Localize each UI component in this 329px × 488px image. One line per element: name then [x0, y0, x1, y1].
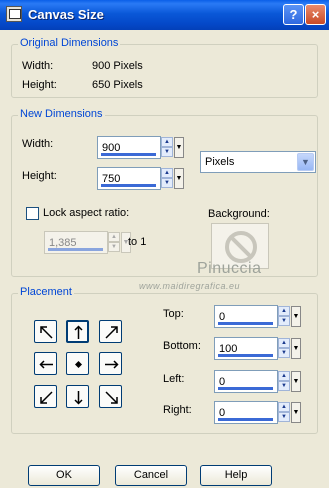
aspect-ratio-stepper: 1,385 ▲ ▼ ▼ [44, 231, 134, 254]
increment-arrow-icon[interactable]: ▲ [278, 371, 290, 381]
place-bottom-center-button[interactable] [66, 385, 89, 408]
left-offset-label: Left: [163, 373, 185, 385]
placement-title: Placement [18, 286, 74, 298]
increment-arrow-icon: ▲ [108, 232, 120, 242]
right-offset-field[interactable]: 0 [214, 401, 278, 424]
decrement-arrow-icon[interactable]: ▼ [161, 178, 173, 188]
new-width-stepper[interactable]: 900 ▲ ▼ ▼ [97, 136, 187, 159]
place-top-center-button[interactable] [66, 320, 89, 343]
chevron-down-icon[interactable]: ▼ [297, 153, 314, 171]
arrow-right-icon [105, 360, 119, 369]
left-offset-stepper[interactable]: 0 ▲ ▼ ▼ [214, 370, 304, 393]
top-offset-field[interactable]: 0 [214, 305, 278, 328]
chevron-down-icon[interactable]: ▼ [174, 137, 184, 158]
decrement-arrow-icon[interactable]: ▼ [278, 316, 290, 326]
original-height-label: Height: [22, 79, 57, 91]
original-width-label: Width: [22, 60, 54, 72]
bottom-offset-label: Bottom: [163, 340, 201, 352]
bottom-offset-stepper[interactable]: 100 ▲ ▼ ▼ [214, 337, 304, 360]
ratio-to-label: to 1 [128, 236, 147, 248]
background-label: Background: [208, 208, 270, 220]
place-top-left-button[interactable] [34, 320, 57, 343]
decrement-arrow-icon[interactable]: ▼ [161, 147, 173, 157]
increment-arrow-icon[interactable]: ▲ [278, 338, 290, 348]
left-offset-field[interactable]: 0 [214, 370, 278, 393]
ok-button[interactable]: OK [28, 465, 100, 486]
new-height-stepper[interactable]: 750 ▲ ▼ ▼ [97, 167, 187, 190]
chevron-down-icon[interactable]: ▼ [174, 168, 184, 189]
new-width-field[interactable]: 900 [97, 136, 161, 159]
increment-arrow-icon[interactable]: ▲ [278, 402, 290, 412]
help-button[interactable]: Help [200, 465, 272, 486]
cancel-button[interactable]: Cancel [115, 465, 187, 486]
place-middle-right-button[interactable] [99, 352, 122, 375]
decrement-arrow-icon[interactable]: ▼ [278, 412, 290, 422]
chevron-down-icon[interactable]: ▼ [291, 306, 301, 327]
canvas-app-icon [6, 6, 22, 22]
watermark-url: www.maidiregrafica.eu [139, 281, 241, 291]
chevron-down-icon[interactable]: ▼ [291, 338, 301, 359]
original-height-value: 650 Pixels [92, 79, 143, 91]
arrow-down-icon [74, 391, 83, 405]
chevron-down-icon[interactable]: ▼ [291, 402, 301, 423]
help-title-button[interactable]: ? [283, 4, 304, 25]
arrow-down-left-icon [40, 391, 53, 404]
lock-aspect-label[interactable]: Lock aspect ratio: [43, 207, 129, 219]
place-bottom-right-button[interactable] [99, 385, 122, 408]
top-offset-label: Top: [163, 308, 184, 320]
decrement-arrow-icon[interactable]: ▼ [278, 381, 290, 391]
place-center-button[interactable] [66, 352, 89, 375]
close-button[interactable]: × [305, 4, 326, 25]
place-bottom-left-button[interactable] [34, 385, 57, 408]
increment-arrow-icon[interactable]: ▲ [278, 306, 290, 316]
place-top-right-button[interactable] [99, 320, 122, 343]
right-offset-stepper[interactable]: 0 ▲ ▼ ▼ [214, 401, 304, 424]
new-dimensions-title: New Dimensions [18, 108, 105, 120]
original-dimensions-group: Original Dimensions [11, 37, 318, 98]
new-height-field[interactable]: 750 [97, 167, 161, 190]
right-offset-label: Right: [163, 404, 192, 416]
window-title: Canvas Size [28, 7, 104, 22]
increment-arrow-icon[interactable]: ▲ [161, 168, 173, 178]
new-height-label: Height: [22, 170, 57, 182]
increment-arrow-icon[interactable]: ▲ [161, 137, 173, 147]
arrow-up-icon [74, 325, 83, 339]
original-width-value: 900 Pixels [92, 60, 143, 72]
title-bar[interactable]: Canvas Size ? × [0, 0, 329, 30]
arrow-left-icon [39, 360, 53, 369]
place-middle-left-button[interactable] [34, 352, 57, 375]
watermark-name: Pinuccia [197, 260, 262, 277]
bottom-offset-field[interactable]: 100 [214, 337, 278, 360]
aspect-ratio-field: 1,385 [44, 231, 108, 254]
arrow-up-right-icon [105, 326, 118, 339]
arrow-down-right-icon [105, 391, 118, 404]
chevron-down-icon[interactable]: ▼ [291, 371, 301, 392]
center-diamond-icon [75, 361, 82, 368]
units-select[interactable]: Pixels ▼ [200, 151, 316, 173]
new-width-label: Width: [22, 138, 54, 150]
original-dimensions-title: Original Dimensions [18, 37, 121, 49]
arrow-up-left-icon [40, 326, 53, 339]
decrement-arrow-icon[interactable]: ▼ [278, 348, 290, 358]
decrement-arrow-icon: ▼ [108, 242, 120, 252]
top-offset-stepper[interactable]: 0 ▲ ▼ ▼ [214, 305, 304, 328]
lock-aspect-checkbox[interactable] [26, 207, 39, 220]
units-value: Pixels [205, 156, 235, 168]
